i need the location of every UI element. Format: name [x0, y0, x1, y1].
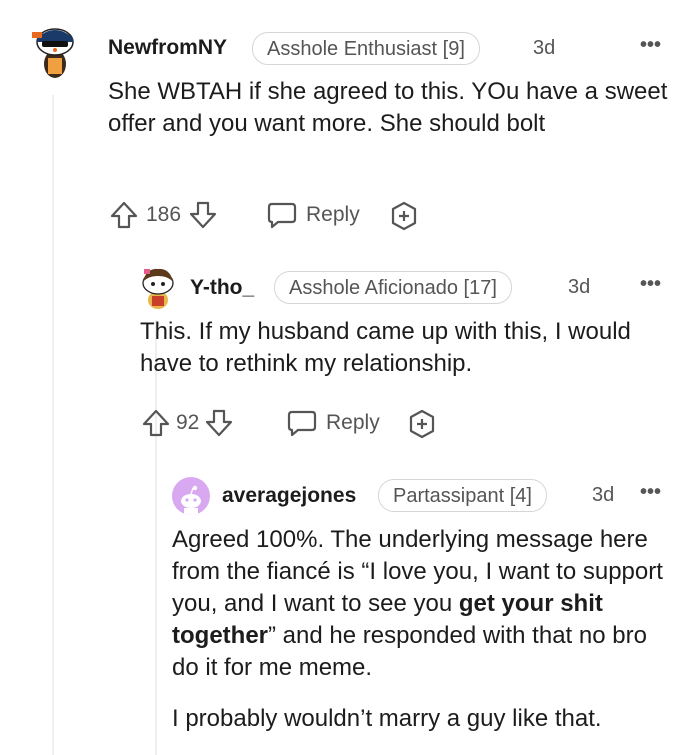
comment-age: 3d	[568, 276, 591, 298]
vote-bar: 92	[140, 408, 235, 438]
award-button[interactable]	[406, 408, 438, 440]
reply-button[interactable]: Reply	[286, 408, 380, 438]
more-options-button[interactable]: •••	[640, 273, 661, 296]
vote-count: 92	[176, 411, 200, 434]
upvote-icon[interactable]	[140, 408, 172, 438]
user-avatar[interactable]	[28, 20, 82, 82]
award-button[interactable]	[388, 200, 420, 232]
snoo-avatar-icon	[142, 268, 174, 309]
user-avatar[interactable]	[172, 477, 210, 515]
downvote-icon[interactable]	[187, 200, 219, 230]
username[interactable]: Y-tho_	[190, 276, 254, 300]
user-avatar[interactable]	[138, 266, 178, 310]
thread-line-1[interactable]	[52, 95, 54, 755]
vote-bar: 186	[108, 200, 219, 230]
reply-button[interactable]: Reply	[266, 200, 360, 230]
comment-body: Agreed 100%. The underlying message here…	[172, 524, 672, 684]
thread-line-2[interactable]	[155, 320, 157, 755]
default-snoo-icon	[181, 485, 201, 515]
more-options-button[interactable]: •••	[640, 34, 661, 57]
user-flair: Asshole Aficionado [17]	[274, 271, 512, 304]
more-options-button[interactable]: •••	[640, 481, 661, 504]
award-plus-icon	[388, 200, 420, 232]
reply-label: Reply	[306, 203, 360, 226]
comment-body: This. If my husband came up with this, I…	[140, 318, 631, 377]
comment-bubble-icon	[286, 408, 318, 438]
comment-age: 3d	[592, 484, 615, 506]
comment-body-paragraph: I probably wouldn’t marry a guy like tha…	[172, 705, 602, 732]
upvote-icon[interactable]	[108, 200, 140, 230]
comment-age: 3d	[533, 37, 556, 59]
user-flair: Partassipant [4]	[378, 479, 547, 512]
vote-count: 186	[146, 203, 182, 226]
comment-body: She WBTAH if she agreed to this. YOu hav…	[108, 78, 668, 137]
snoo-avatar-icon	[32, 28, 74, 78]
username[interactable]: averagejones	[222, 484, 356, 508]
username[interactable]: NewfromNY	[108, 36, 227, 60]
award-plus-icon	[406, 408, 438, 440]
comment-bubble-icon	[266, 200, 298, 230]
user-flair: Asshole Enthusiast [9]	[252, 32, 480, 65]
downvote-icon[interactable]	[203, 408, 235, 438]
reply-label: Reply	[326, 411, 380, 434]
